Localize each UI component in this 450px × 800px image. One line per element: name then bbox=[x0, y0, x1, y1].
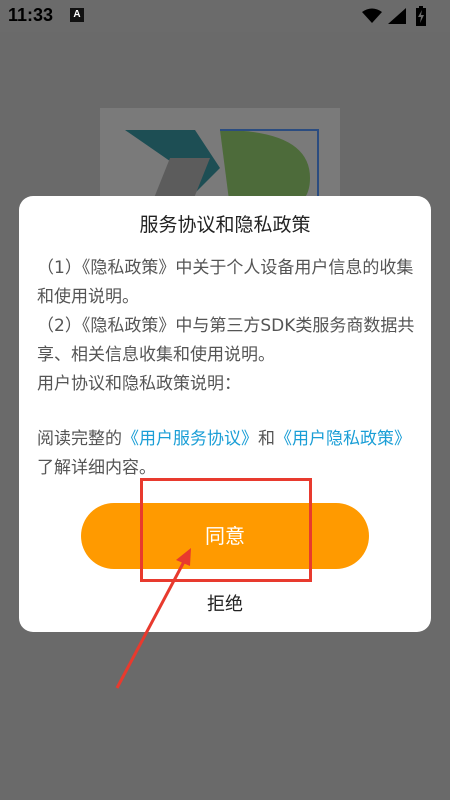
status-icons bbox=[362, 6, 442, 26]
notification-a-icon: A bbox=[70, 8, 84, 22]
refuse-button[interactable]: 拒绝 bbox=[19, 590, 431, 616]
and-text: 和 bbox=[258, 429, 275, 449]
privacy-dialog: 服务协议和隐私政策 （1）《隐私政策》中关于个人设备用户信息的收集和使用说明。 … bbox=[19, 196, 431, 632]
dialog-title: 服务协议和隐私政策 bbox=[139, 214, 311, 236]
user-agreement-link[interactable]: 《用户服务协议》 bbox=[122, 429, 258, 449]
battery-charging-icon bbox=[416, 6, 426, 26]
wifi-icon bbox=[362, 8, 382, 23]
policy-item-1: （1）《隐私政策》中关于个人设备用户信息的收集和使用说明。 bbox=[37, 258, 414, 307]
agree-button[interactable]: 同意 bbox=[81, 503, 369, 569]
background-app-logo bbox=[100, 108, 340, 208]
read-suffix: 了解详细内容。 bbox=[37, 458, 156, 478]
privacy-policy-link[interactable]: 《用户隐私政策》 bbox=[275, 429, 411, 449]
status-bar: 11:33 A bbox=[0, 0, 450, 32]
policy-item-2: （2）《隐私政策》中与第三方SDK类服务商数据共享、相关信息收集和使用说明。 bbox=[37, 316, 415, 365]
read-prefix: 阅读完整的 bbox=[37, 429, 122, 449]
status-time: 11:33 bbox=[8, 5, 54, 25]
signal-icon bbox=[388, 8, 406, 24]
app-logo-icon bbox=[125, 129, 319, 208]
policy-summary: 用户协议和隐私政策说明： bbox=[37, 374, 241, 394]
read-more-text: 阅读完整的《用户服务协议》和《用户隐私政策》了解详细内容。 bbox=[37, 425, 421, 483]
dialog-body: （1）《隐私政策》中关于个人设备用户信息的收集和使用说明。 （2）《隐私政策》中… bbox=[37, 254, 421, 483]
